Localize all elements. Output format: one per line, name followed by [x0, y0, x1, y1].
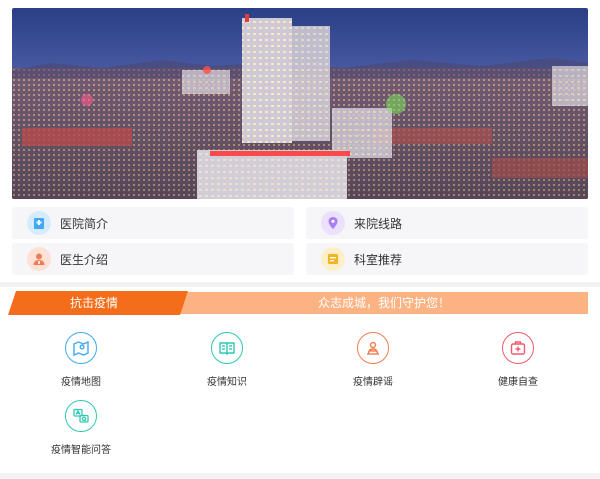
hospital-night-image — [12, 8, 588, 199]
section-divider — [0, 282, 600, 287]
feature-label: 疫情地图 — [61, 377, 101, 388]
department-link[interactable]: 科室推荐 — [306, 243, 588, 275]
epidemic-qa-item[interactable]: 疫情智能问答 — [31, 400, 131, 456]
quick-link-label: 科室推荐 — [354, 252, 403, 267]
doctor-intro-link[interactable]: 医生介绍 — [12, 243, 294, 275]
route-icon — [321, 211, 345, 235]
bottom-divider — [0, 473, 600, 479]
epidemic-title: 抗击疫情 — [69, 296, 118, 310]
book-icon — [211, 332, 243, 364]
hospital-intro-link[interactable]: 医院简介 — [12, 207, 294, 239]
route-link[interactable]: 来院线路 — [306, 207, 588, 239]
epidemic-knowledge-item[interactable]: 疫情知识 — [177, 332, 277, 388]
epidemic-rumor-item[interactable]: 疫情辟谣 — [323, 332, 423, 388]
quick-link-label: 医生介绍 — [60, 252, 109, 267]
feature-label: 疫情知识 — [207, 377, 247, 388]
department-icon — [321, 247, 345, 271]
hero-banner[interactable] — [12, 8, 588, 199]
epidemic-slogan: 众志成城，我们守护您！ — [317, 296, 450, 310]
epidemic-map-item[interactable]: 疫情地图 — [31, 332, 131, 388]
hospital-icon — [27, 211, 51, 235]
rumor-icon — [357, 332, 389, 364]
feature-label: 疫情辟谣 — [353, 377, 393, 388]
medical-kit-icon — [502, 332, 534, 364]
map-icon — [65, 332, 97, 364]
health-check-item[interactable]: 健康自查 — [468, 332, 568, 388]
feature-label: 疫情智能问答 — [51, 445, 111, 456]
qa-icon — [65, 400, 97, 432]
quick-link-label: 医院简介 — [60, 216, 109, 231]
feature-label: 健康自查 — [498, 377, 538, 388]
doctor-icon — [27, 247, 51, 271]
quick-link-label: 来院线路 — [354, 216, 403, 231]
